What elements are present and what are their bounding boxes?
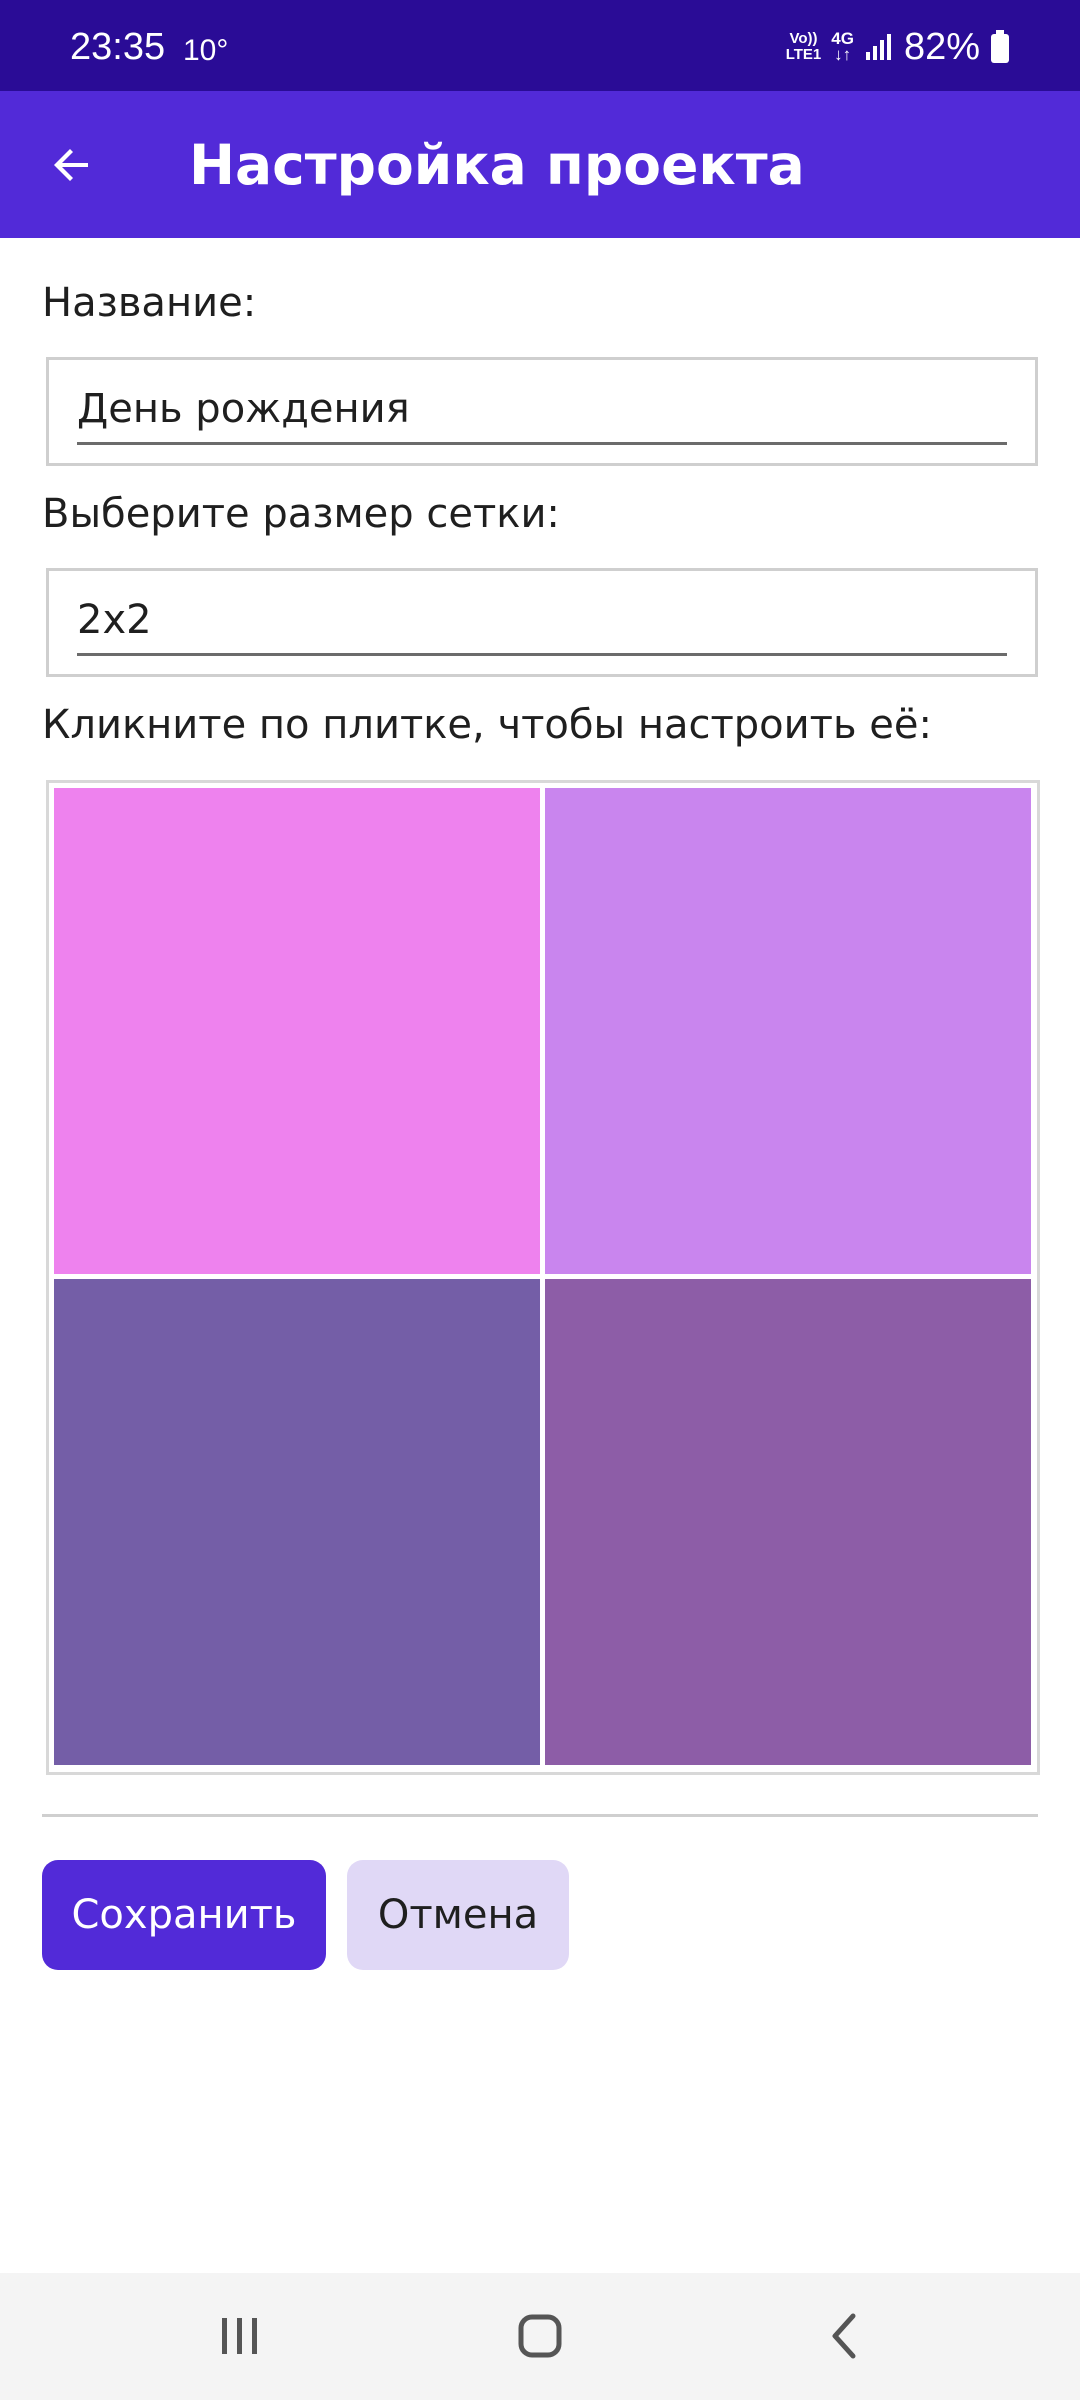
battery-percent: 82% [903, 25, 980, 68]
home-icon [518, 2314, 562, 2358]
grid-size-field[interactable]: 2x2 [46, 568, 1038, 677]
status-temperature: 10° [183, 34, 229, 67]
divider [42, 1814, 1038, 1817]
cancel-button[interactable]: Отмена [347, 1860, 569, 1970]
save-button[interactable]: Сохранить [42, 1860, 326, 1970]
name-input[interactable]: День рождения [77, 376, 1007, 445]
tiles-label: Кликните по плитке, чтобы настроить её: [42, 702, 932, 748]
app-bar: Настройка проекта [0, 91, 1080, 238]
grid-size-label: Выберите размер сетки: [42, 491, 560, 537]
nav-back-button[interactable] [795, 2293, 895, 2379]
network-type-indicator: 4G ↓↑ [831, 30, 854, 64]
volte-line1: Vo)) [789, 30, 818, 47]
volte-indicator: Vo)) LTE1 [786, 31, 822, 63]
volte-line2: LTE1 [785, 46, 822, 63]
name-label: Название: [42, 280, 257, 326]
status-time: 23:35 [70, 26, 166, 68]
back-icon [832, 2313, 856, 2359]
tile-2[interactable] [545, 788, 1031, 1274]
name-field[interactable]: День рождения [46, 357, 1038, 466]
home-button[interactable] [490, 2293, 590, 2379]
page-title: Настройка проекта [189, 133, 805, 197]
system-nav-bar [0, 2273, 1080, 2400]
grid-size-select[interactable]: 2x2 [77, 587, 1007, 656]
recent-apps-icon [222, 2318, 257, 2354]
recent-apps-button[interactable] [190, 2293, 290, 2379]
battery-icon [991, 30, 1009, 63]
status-bar: 23:35 10° Vo)) LTE1 4G ↓↑ 82% [0, 0, 1080, 91]
signal-icon [865, 34, 891, 60]
tile-1[interactable] [54, 788, 540, 1274]
data-arrows-icon: ↓↑ [834, 45, 852, 64]
tile-grid [46, 780, 1040, 1775]
tile-3[interactable] [54, 1279, 540, 1765]
status-icons: Vo)) LTE1 4G ↓↑ 82% [786, 22, 1010, 72]
tile-4[interactable] [545, 1279, 1031, 1765]
back-button[interactable] [36, 129, 108, 201]
arrow-left-icon [54, 149, 88, 181]
